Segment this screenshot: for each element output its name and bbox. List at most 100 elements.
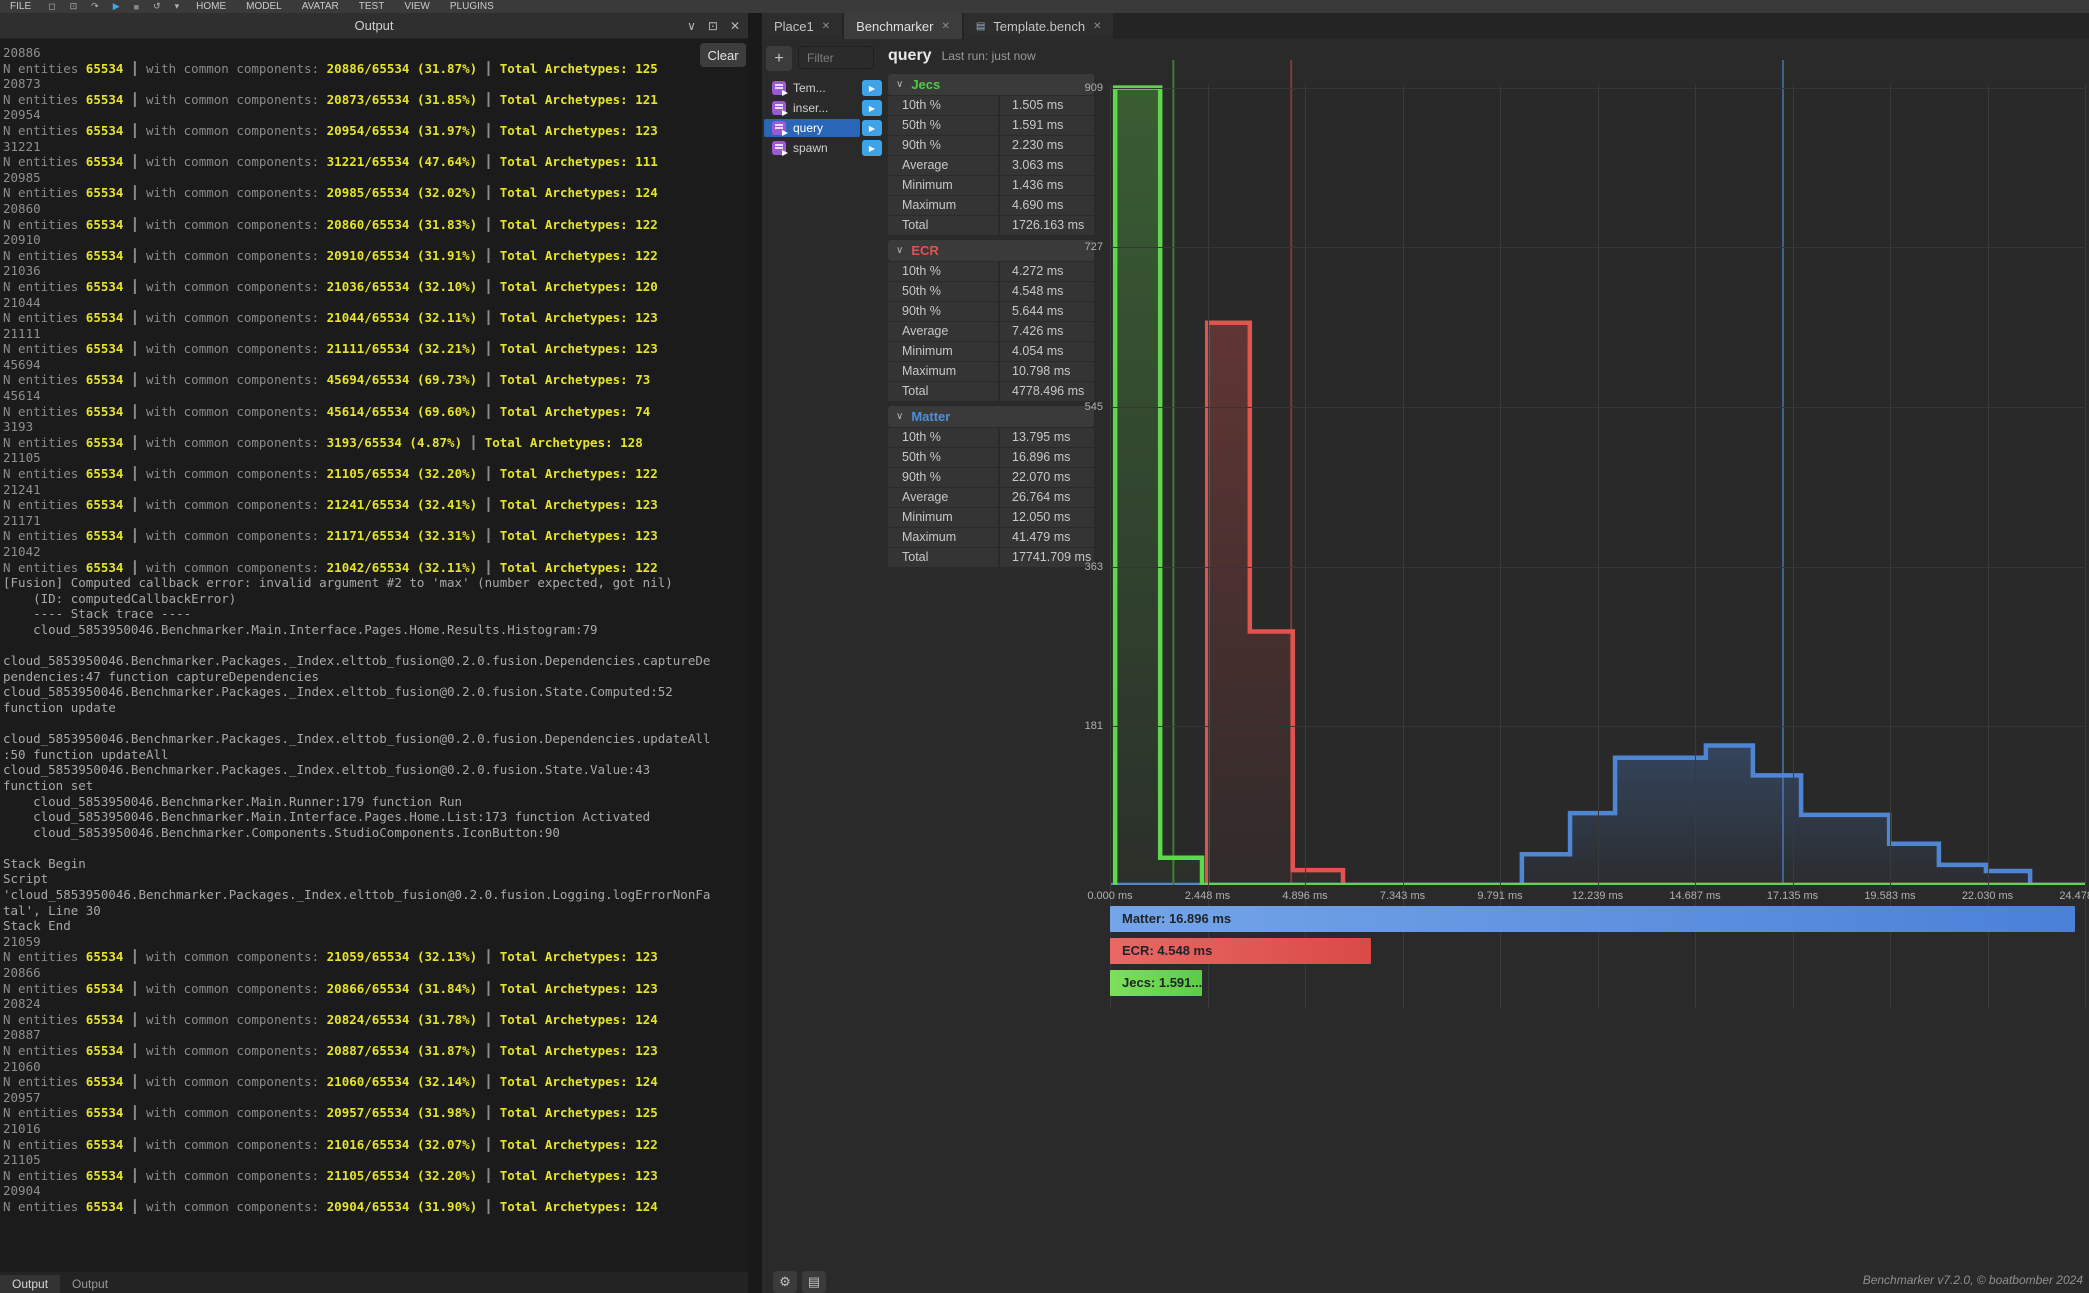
- file-menu[interactable]: FILE: [0, 1, 41, 12]
- output-tab[interactable]: Output: [60, 1275, 120, 1293]
- undock-icon[interactable]: ⊡: [708, 19, 718, 33]
- vertical-gridline: [1110, 85, 1111, 1008]
- docs-button[interactable]: ▤: [802, 1271, 826, 1293]
- menu-item-avatar[interactable]: AVATAR: [292, 1, 349, 12]
- legend-bar-ecr[interactable]: ECR: 4.548 ms: [1110, 938, 1371, 964]
- tab-benchmarker[interactable]: Benchmarker✕: [844, 13, 962, 39]
- stat-label: 10th %: [888, 262, 998, 281]
- stat-row: 10th %13.795 ms: [888, 428, 1094, 447]
- document-tabbar: Place1✕Benchmarker✕▤Template.bench✕: [762, 13, 2089, 39]
- close-icon[interactable]: ✕: [941, 21, 949, 32]
- console-line: Script: [3, 871, 748, 887]
- vertical-gridline: [1988, 85, 1989, 1008]
- chevron-down-icon[interactable]: ∨: [687, 19, 696, 33]
- console-line: N entities 65534 ┃ with common component…: [3, 248, 748, 264]
- settings-button[interactable]: ⚙: [773, 1271, 797, 1293]
- menu-item-model[interactable]: MODEL: [236, 1, 292, 12]
- undo-icon[interactable]: ↺: [146, 1, 168, 12]
- list-item-inser[interactable]: inser...▶: [764, 99, 860, 117]
- redo-icon[interactable]: ↷: [84, 1, 106, 12]
- output-panel: Output ∨ ⊡ ✕ Clear 20886N entities 65534…: [0, 13, 748, 1293]
- run-benchmark-button[interactable]: ▶: [862, 140, 882, 156]
- stat-value: 1726.163 ms: [1000, 216, 1094, 235]
- stat-value: 1.436 ms: [1000, 176, 1094, 195]
- console-line: 20887: [3, 1027, 748, 1043]
- stat-row: 50th %1.591 ms: [888, 116, 1094, 135]
- stat-row: 90th %22.070 ms: [888, 468, 1094, 487]
- menu-item-test[interactable]: TEST: [349, 1, 395, 12]
- console-line: N entities 65534 ┃ with common component…: [3, 1074, 748, 1090]
- console-line: 21044: [3, 295, 748, 311]
- stat-label: Maximum: [888, 196, 998, 215]
- clipboard-icon[interactable]: ◻: [41, 1, 62, 12]
- console-line: cloud_5853950046.Benchmarker.Main.Runner…: [3, 794, 748, 810]
- filter-input[interactable]: [798, 46, 874, 69]
- menu-item-view[interactable]: VIEW: [394, 1, 440, 12]
- console-line: 20860: [3, 201, 748, 217]
- legend-bar-matter[interactable]: Matter: 16.896 ms: [1110, 906, 2075, 932]
- console-line: tal', Line 30: [3, 903, 748, 919]
- console-line: N entities 65534 ┃ with common component…: [3, 217, 748, 233]
- console-line: cloud_5853950046.Benchmarker.Main.Interf…: [3, 622, 748, 638]
- stat-label: 50th %: [888, 282, 998, 301]
- console-line: cloud_5853950046.Benchmarker.Components.…: [3, 825, 748, 841]
- tab-template.bench[interactable]: ▤Template.bench✕: [964, 13, 1114, 39]
- vertical-gridline: [1403, 85, 1404, 1008]
- console-line: 20824: [3, 996, 748, 1012]
- x-axis-tick-label: 7.343 ms: [1363, 889, 1443, 903]
- play-icon[interactable]: ▶: [106, 1, 127, 12]
- list-item-query[interactable]: query▶: [764, 119, 860, 137]
- run-benchmark-button[interactable]: ▶: [862, 100, 882, 116]
- list-item-spawn[interactable]: spawn▶: [764, 139, 860, 157]
- legend-bar-jecs[interactable]: Jecs: 1.591...: [1110, 970, 1202, 996]
- console-line: N entities 65534 ┃ with common component…: [3, 341, 748, 357]
- console-line: 3193: [3, 419, 748, 435]
- run-benchmark-button[interactable]: ▶: [862, 120, 882, 136]
- close-icon[interactable]: ✕: [822, 21, 830, 32]
- vertical-gridline: [2085, 85, 2086, 1008]
- close-icon[interactable]: ✕: [730, 19, 740, 33]
- console-line: [3, 716, 748, 732]
- chevron-down-icon: ∨: [896, 79, 903, 90]
- vertical-gridline: [1793, 85, 1794, 1008]
- dock-icon[interactable]: ⊡: [63, 1, 85, 12]
- console-line: N entities 65534 ┃ with common component…: [3, 1199, 748, 1215]
- stat-value: 10.798 ms: [1000, 362, 1094, 381]
- menu-item-home[interactable]: HOME: [186, 1, 236, 12]
- add-benchmark-button[interactable]: +: [766, 46, 792, 71]
- dropdown-icon[interactable]: ▾: [168, 1, 187, 12]
- console-line: N entities 65534 ┃ with common component…: [3, 1168, 748, 1184]
- vertical-gridline: [1305, 85, 1306, 1008]
- vertical-gridline: [1208, 85, 1209, 1008]
- x-axis-tick-label: 22.030 ms: [1948, 889, 2028, 903]
- script-icon: [772, 141, 786, 155]
- list-item-Tem[interactable]: Tem...▶: [764, 79, 860, 97]
- horizontal-gridline: [1110, 567, 2085, 568]
- tab-place1[interactable]: Place1✕: [762, 13, 842, 39]
- clear-output-button[interactable]: Clear: [700, 43, 746, 67]
- stat-value: 16.896 ms: [1000, 448, 1094, 467]
- console-line: 21042: [3, 544, 748, 560]
- stat-row: Minimum12.050 ms: [888, 508, 1094, 527]
- console-line: 45614: [3, 388, 748, 404]
- tab-label: Template.bench: [993, 19, 1085, 34]
- stat-row: 90th %2.230 ms: [888, 136, 1094, 155]
- console-line: 'cloud_5853950046.Benchmarker.Packages._…: [3, 887, 748, 903]
- x-axis-tick-label: 19.583 ms: [1850, 889, 1930, 903]
- run-benchmark-button[interactable]: ▶: [862, 80, 882, 96]
- close-icon[interactable]: ✕: [1093, 21, 1101, 32]
- benchmark-label: spawn: [793, 141, 828, 155]
- console-line: 20910: [3, 232, 748, 248]
- stop-icon[interactable]: ■: [127, 2, 146, 12]
- output-panel-title: Output: [0, 13, 748, 38]
- output-tab[interactable]: Output: [0, 1275, 60, 1293]
- console-line: 21105: [3, 450, 748, 466]
- stat-row: Minimum4.054 ms: [888, 342, 1094, 361]
- main-toolbar: FILE ◻ ⊡ ↷ ▶ ■ ↺ ▾ HOMEMODELAVATARTESTVI…: [0, 0, 2089, 13]
- stat-row: Maximum10.798 ms: [888, 362, 1094, 381]
- stats-panel: query Last run: just now ∨Jecs10th %1.50…: [888, 43, 1094, 567]
- menu-item-plugins[interactable]: PLUGINS: [440, 1, 504, 12]
- menu-bar: HOMEMODELAVATARTESTVIEWPLUGINS: [186, 1, 504, 12]
- console-lines[interactable]: 20886N entities 65534 ┃ with common comp…: [0, 39, 748, 1271]
- stat-value: 4.272 ms: [1000, 262, 1094, 281]
